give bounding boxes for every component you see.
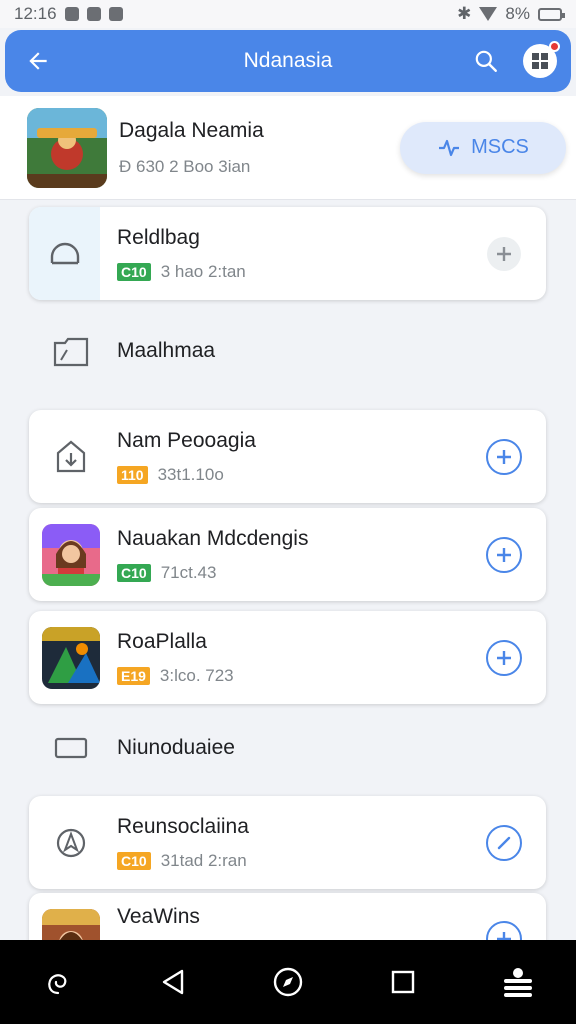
- plus-icon: [497, 650, 511, 665]
- price-badge: C10: [117, 563, 151, 582]
- item-meta: 33t1.10o: [157, 464, 224, 484]
- battery-level: 8%: [505, 4, 530, 23]
- item-title: VeaWins: [117, 905, 200, 928]
- profile-avatar[interactable]: [523, 41, 560, 78]
- folder-icon: [53, 337, 89, 367]
- search-button[interactable]: [467, 42, 505, 80]
- add-button[interactable]: [487, 236, 521, 271]
- status-time: 12:16: [14, 4, 57, 23]
- featured-app-subtitle: Ð 630 2 Boo 3ian: [119, 156, 251, 176]
- section-row[interactable]: Niunoduaiee: [29, 724, 546, 772]
- item-title: Nauakan Mdcdengis: [117, 526, 309, 550]
- price-badge: 110: [117, 465, 148, 484]
- compass-icon: [56, 828, 86, 857]
- add-button[interactable]: [486, 536, 522, 573]
- price-badge: C10: [117, 851, 151, 870]
- app-icon: [42, 626, 100, 689]
- item-title: Reunsoclaiina: [117, 814, 249, 838]
- featured-action-button[interactable]: MSCS: [400, 121, 566, 174]
- add-button[interactable]: [486, 639, 522, 676]
- recents-nav-button[interactable]: [373, 952, 433, 1012]
- notification-dot: [549, 41, 560, 52]
- accessibility-button[interactable]: [488, 952, 548, 1012]
- tablet-icon: [54, 737, 88, 759]
- stack-icon: [504, 968, 533, 997]
- featured-app-title: Dagala Neamia: [119, 118, 264, 142]
- list-item[interactable]: Reldlbag C10 3 hao 2:tan: [29, 207, 546, 300]
- status-bar: 12:16 ✱ 8%: [0, 0, 576, 28]
- item-title: Reldlbag: [117, 225, 200, 249]
- search-icon: [475, 50, 497, 72]
- compass-home-icon: [273, 967, 303, 997]
- wifi-icon: [479, 7, 498, 21]
- square-icon: [391, 970, 415, 994]
- item-meta: 3:lco. 723: [159, 665, 234, 685]
- back-arrow-icon: [29, 52, 47, 70]
- section-row[interactable]: Maalhmaa: [29, 326, 546, 376]
- battery-icon: [538, 7, 565, 21]
- add-button[interactable]: [486, 438, 522, 475]
- item-meta: 31tad 2:ran: [160, 850, 247, 870]
- featured-action-label: MSCS: [471, 136, 529, 158]
- pencil-icon: [497, 836, 511, 849]
- grid-apps-icon: [532, 53, 548, 69]
- price-badge: E19: [117, 666, 150, 685]
- bluetooth-icon: ✱: [457, 4, 472, 23]
- plus-icon: [497, 246, 511, 261]
- featured-app-icon: [27, 107, 107, 188]
- section-label: Niunoduaiee: [117, 736, 235, 759]
- list-item[interactable]: Nam Peooagia 110 33t1.10o: [29, 410, 546, 503]
- notification-icon: [86, 7, 101, 21]
- list-item[interactable]: RoaPlalla E19 3:lco. 723: [29, 611, 546, 704]
- home-nav-button[interactable]: [258, 952, 318, 1012]
- notification-icon: [108, 7, 123, 21]
- back-nav-button[interactable]: [143, 952, 203, 1012]
- notification-icon: [64, 7, 79, 21]
- edit-button[interactable]: [486, 824, 522, 861]
- item-meta: 3 hao 2:tan: [160, 261, 246, 281]
- plus-icon: [497, 449, 511, 464]
- back-button[interactable]: [19, 42, 57, 80]
- item-title: RoaPlalla: [117, 629, 207, 653]
- app-icon: [42, 523, 100, 586]
- plus-icon: [497, 547, 511, 562]
- back-triangle-icon: [162, 969, 183, 995]
- item-meta: 71ct.43: [160, 562, 217, 582]
- list-item[interactable]: Reunsoclaiina C10 31tad 2:ran: [29, 796, 546, 889]
- download-shield-icon: [56, 440, 86, 472]
- headset-icon: [50, 242, 79, 264]
- swirl-icon: [47, 974, 66, 995]
- featured-app-header: Dagala Neamia Ð 630 2 Boo 3ian MSCS: [0, 96, 576, 200]
- assistant-button[interactable]: [28, 952, 88, 1012]
- section-label: Maalhmaa: [117, 339, 216, 362]
- list-item[interactable]: Nauakan Mdcdengis C10 71ct.43: [29, 508, 546, 601]
- pulse-icon: [439, 139, 460, 156]
- item-title: Nam Peooagia: [117, 428, 256, 452]
- price-badge: C10: [117, 262, 151, 281]
- system-nav-bar: [0, 940, 576, 1024]
- app-bar: Ndanasia: [5, 30, 571, 92]
